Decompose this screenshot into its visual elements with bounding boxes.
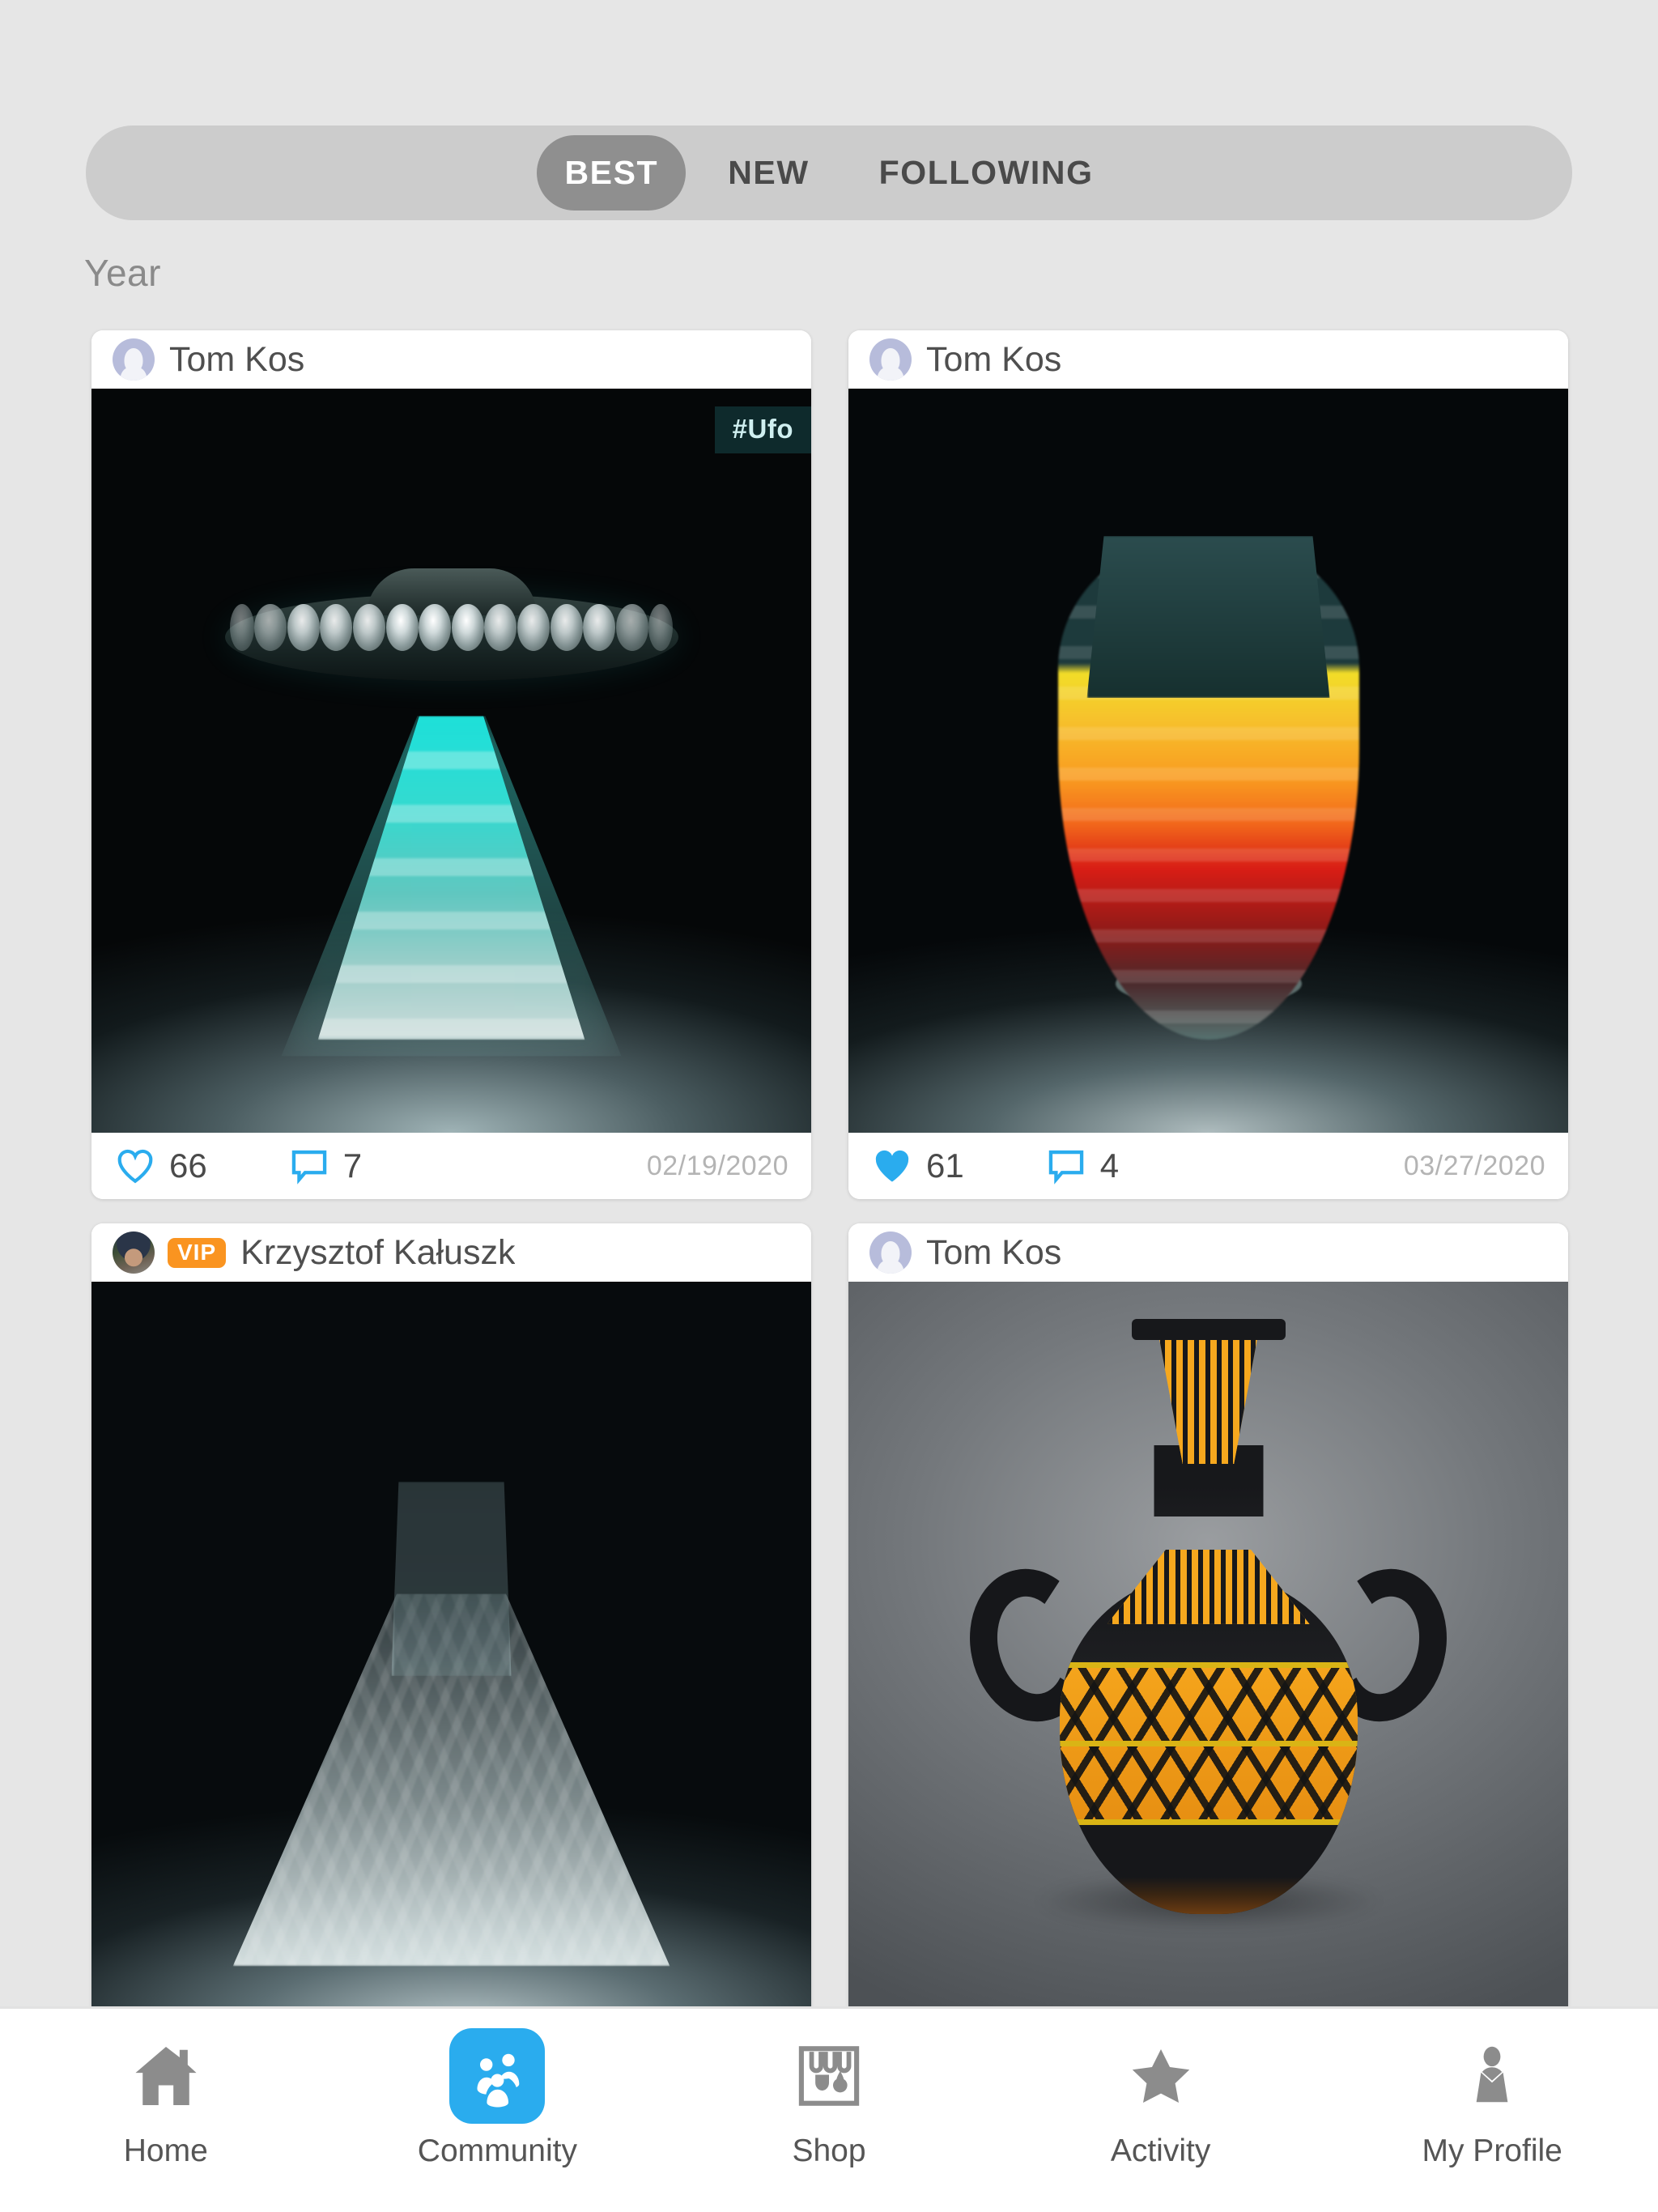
vip-badge: VIP <box>168 1237 227 1268</box>
tab-new[interactable]: NEW <box>700 135 836 211</box>
post-card[interactable]: Tom Kos 61 4 03/27/2020 <box>848 330 1568 1199</box>
post-artwork[interactable] <box>848 389 1568 1133</box>
post-card[interactable]: VIP Krzysztof Kałuszk <box>91 1223 811 2026</box>
storefront-icon[interactable] <box>792 2033 866 2119</box>
tab-shop-label: Shop <box>792 2133 866 2168</box>
post-card[interactable]: Tom Kos #Ufo 66 7 02/19/2020 <box>91 330 811 1199</box>
like-count: 66 <box>169 1146 207 1185</box>
photo-avatar[interactable] <box>113 1231 155 1274</box>
post-artwork[interactable] <box>848 1282 1568 2026</box>
black-gold-amphora-render <box>848 1282 1568 2026</box>
post-author-name[interactable]: Tom Kos <box>169 340 304 380</box>
tab-activity-label: Activity <box>1110 2133 1211 2168</box>
post-artwork[interactable]: #Ufo <box>91 389 811 1133</box>
comment-bubble-icon[interactable] <box>288 1145 330 1187</box>
tab-community[interactable]: Community <box>332 2009 664 2212</box>
generic-avatar-icon[interactable] <box>113 338 155 381</box>
warm-gradient-goblet-render <box>848 389 1568 1133</box>
amphora-body <box>1059 1574 1358 1915</box>
post-artwork[interactable] <box>91 1282 811 2026</box>
app-root: BEST NEW FOLLOWING Year Tom Kos #Ufo 66 … <box>0 0 1658 2212</box>
comment-bubble-icon[interactable] <box>1045 1145 1087 1187</box>
post-author-name[interactable]: Krzysztof Kałuszk <box>240 1233 515 1273</box>
house-icon[interactable] <box>127 2033 205 2119</box>
amphora-upper-neck <box>1157 1326 1260 1465</box>
amphora-rim <box>1131 1318 1286 1340</box>
amphora-gold-line <box>1059 1819 1358 1825</box>
goblet-neck <box>1086 535 1330 698</box>
comment-stat[interactable]: 4 <box>1045 1145 1119 1187</box>
post-card[interactable]: Tom Kos <box>848 1223 1568 2026</box>
post-stats: 66 7 02/19/2020 <box>91 1133 811 1199</box>
like-stat[interactable]: 66 <box>114 1146 207 1185</box>
amphora-gold-line <box>1059 1740 1358 1746</box>
post-stats: 61 4 03/27/2020 <box>848 1133 1568 1199</box>
post-header[interactable]: Tom Kos <box>848 1223 1568 1282</box>
period-label[interactable]: Year <box>84 251 161 295</box>
community-people-icon[interactable] <box>449 2028 546 2124</box>
person-bust-icon[interactable] <box>1457 2033 1527 2119</box>
post-tag-badge[interactable]: #Ufo <box>714 406 811 453</box>
generic-avatar-icon[interactable] <box>869 338 912 381</box>
feed-sort-tabs[interactable]: BEST NEW FOLLOWING <box>86 125 1572 220</box>
comment-count: 4 <box>1099 1146 1120 1185</box>
tab-following[interactable]: FOLLOWING <box>852 135 1121 211</box>
generic-avatar-icon[interactable] <box>869 1231 912 1274</box>
community-active-badge[interactable] <box>449 2028 546 2124</box>
ufo-lamp-render <box>91 389 811 1133</box>
tab-home-label: Home <box>123 2133 208 2168</box>
heart-outline-icon[interactable] <box>114 1147 156 1185</box>
post-author-name[interactable]: Tom Kos <box>926 1233 1061 1273</box>
post-author-name[interactable]: Tom Kos <box>926 340 1061 380</box>
post-header[interactable]: Tom Kos <box>91 330 811 389</box>
tab-my-profile-label: My Profile <box>1422 2133 1562 2168</box>
clear-textured-cone-vase-render <box>91 1282 811 2026</box>
vase-neck <box>391 1482 512 1677</box>
tab-community-label: Community <box>417 2133 577 2168</box>
ufo-lights <box>225 602 678 653</box>
post-header[interactable]: Tom Kos <box>848 330 1568 389</box>
post-date: 02/19/2020 <box>646 1150 789 1181</box>
amphora-band-black-bottom <box>1059 1825 1358 1915</box>
amphora-lower-neck <box>1107 1549 1310 1624</box>
star-icon[interactable] <box>1124 2033 1198 2119</box>
amphora-gold-line <box>1059 1662 1358 1669</box>
post-header[interactable]: VIP Krzysztof Kałuszk <box>91 1223 811 1282</box>
like-stat[interactable]: 61 <box>871 1146 964 1185</box>
post-date: 03/27/2020 <box>1403 1150 1545 1181</box>
post-feed-grid: Tom Kos #Ufo 66 7 02/19/2020 Tom Kos 61 … <box>91 330 1568 2026</box>
comment-stat[interactable]: 7 <box>288 1145 362 1187</box>
tab-shop[interactable]: Shop <box>663 2009 995 2212</box>
like-count: 61 <box>926 1146 964 1185</box>
tab-home[interactable]: Home <box>0 2009 332 2212</box>
heart-filled-icon[interactable] <box>871 1147 913 1185</box>
tab-activity[interactable]: Activity <box>995 2009 1327 2212</box>
bottom-tab-bar: Home Community Shop Activity My Profile <box>0 2006 1658 2212</box>
tab-best[interactable]: BEST <box>537 135 687 211</box>
comment-count: 7 <box>342 1146 363 1185</box>
tab-my-profile[interactable]: My Profile <box>1326 2009 1658 2212</box>
